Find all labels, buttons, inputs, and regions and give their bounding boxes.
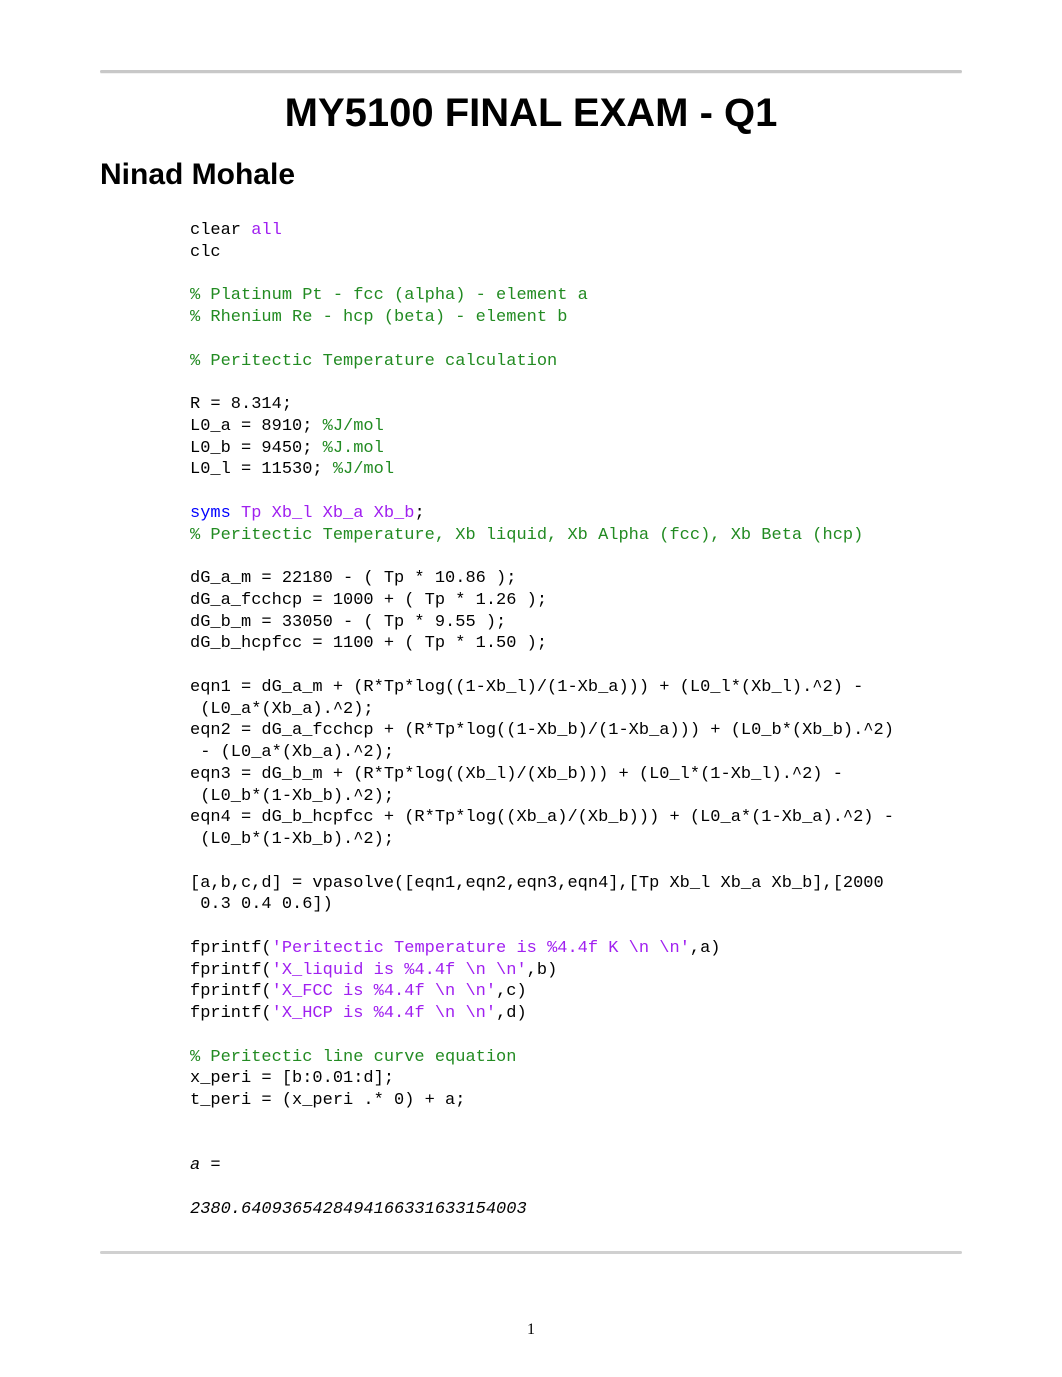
document-title: MY5100 FINAL EXAM - Q1	[100, 91, 962, 136]
code-syms: Tp Xb_l Xb_a Xb_b	[241, 504, 414, 523]
top-horizontal-rule	[100, 70, 962, 73]
code-line: fprintf(	[190, 961, 272, 980]
output-line: a =	[190, 1156, 221, 1175]
code-string: 'X_liquid is %4.4f \n \n'	[272, 961, 527, 980]
code-line: dG_a_m = 22180 - ( Tp * 10.86 );	[190, 569, 516, 588]
page-number: 1	[0, 1321, 1062, 1339]
code-string: 'X_HCP is %4.4f \n \n'	[272, 1004, 496, 1023]
output-line: 2380.6409365428494166331633154003	[190, 1200, 527, 1219]
code-line: [a,b,c,d] = vpasolve([eqn1,eqn2,eqn3,eqn…	[190, 874, 884, 915]
document-page: MY5100 FINAL EXAM - Q1 Ninad Mohale clea…	[0, 0, 1062, 1377]
code-line: dG_b_hcpfcc = 1100 + ( Tp * 1.50 );	[190, 634, 547, 653]
bottom-horizontal-rule	[100, 1251, 962, 1254]
code-line: L0_l = 11530;	[190, 460, 333, 479]
code-comment: %J/mol	[323, 417, 384, 436]
code-text: ,b)	[527, 961, 558, 980]
author-name: Ninad Mohale	[100, 158, 962, 192]
code-text: ,d)	[496, 1004, 527, 1023]
code-line: L0_b = 9450;	[190, 439, 323, 458]
code-comment: % Peritectic Temperature calculation	[190, 352, 557, 371]
code-line: fprintf(	[190, 939, 272, 958]
code-text: ,c)	[496, 982, 527, 1001]
code-line: R = 8.314;	[190, 395, 292, 414]
code-text: ,a)	[690, 939, 721, 958]
code-line: fprintf(	[190, 1004, 272, 1023]
code-line: dG_b_m = 33050 - ( Tp * 9.55 );	[190, 613, 506, 632]
code-keyword: syms	[190, 504, 241, 523]
code-string: 'X_FCC is %4.4f \n \n'	[272, 982, 496, 1001]
code-comment: % Rhenium Re - hcp (beta) - element b	[190, 308, 567, 327]
code-line: eqn2 = dG_a_fcchcp + (R*Tp*log((1-Xb_b)/…	[190, 721, 894, 762]
code-line: clc	[190, 243, 221, 262]
code-text: ;	[414, 504, 424, 523]
code-comment: %J.mol	[323, 439, 384, 458]
code-line: x_peri = [b:0.01:d];	[190, 1069, 394, 1088]
code-line: eqn3 = dG_b_m + (R*Tp*log((Xb_l)/(Xb_b))…	[190, 765, 843, 806]
code-block: clear all clc % Platinum Pt - fcc (alpha…	[190, 220, 952, 1221]
code-keyword-all: all	[251, 221, 282, 240]
code-line: t_peri = (x_peri .* 0) + a;	[190, 1091, 465, 1110]
code-line: dG_a_fcchcp = 1000 + ( Tp * 1.26 );	[190, 591, 547, 610]
code-line: L0_a = 8910;	[190, 417, 323, 436]
code-line: fprintf(	[190, 982, 272, 1001]
code-string: 'Peritectic Temperature is %4.4f K \n \n…	[272, 939, 690, 958]
code-line: eqn4 = dG_b_hcpfcc + (R*Tp*log((Xb_a)/(X…	[190, 808, 894, 849]
code-comment: % Peritectic line curve equation	[190, 1048, 516, 1067]
code-comment: % Peritectic Temperature, Xb liquid, Xb …	[190, 526, 863, 545]
code-line: clear	[190, 221, 251, 240]
code-line: eqn1 = dG_a_m + (R*Tp*log((1-Xb_l)/(1-Xb…	[190, 678, 863, 719]
code-comment: % Platinum Pt - fcc (alpha) - element a	[190, 286, 588, 305]
code-comment: %J/mol	[333, 460, 394, 479]
